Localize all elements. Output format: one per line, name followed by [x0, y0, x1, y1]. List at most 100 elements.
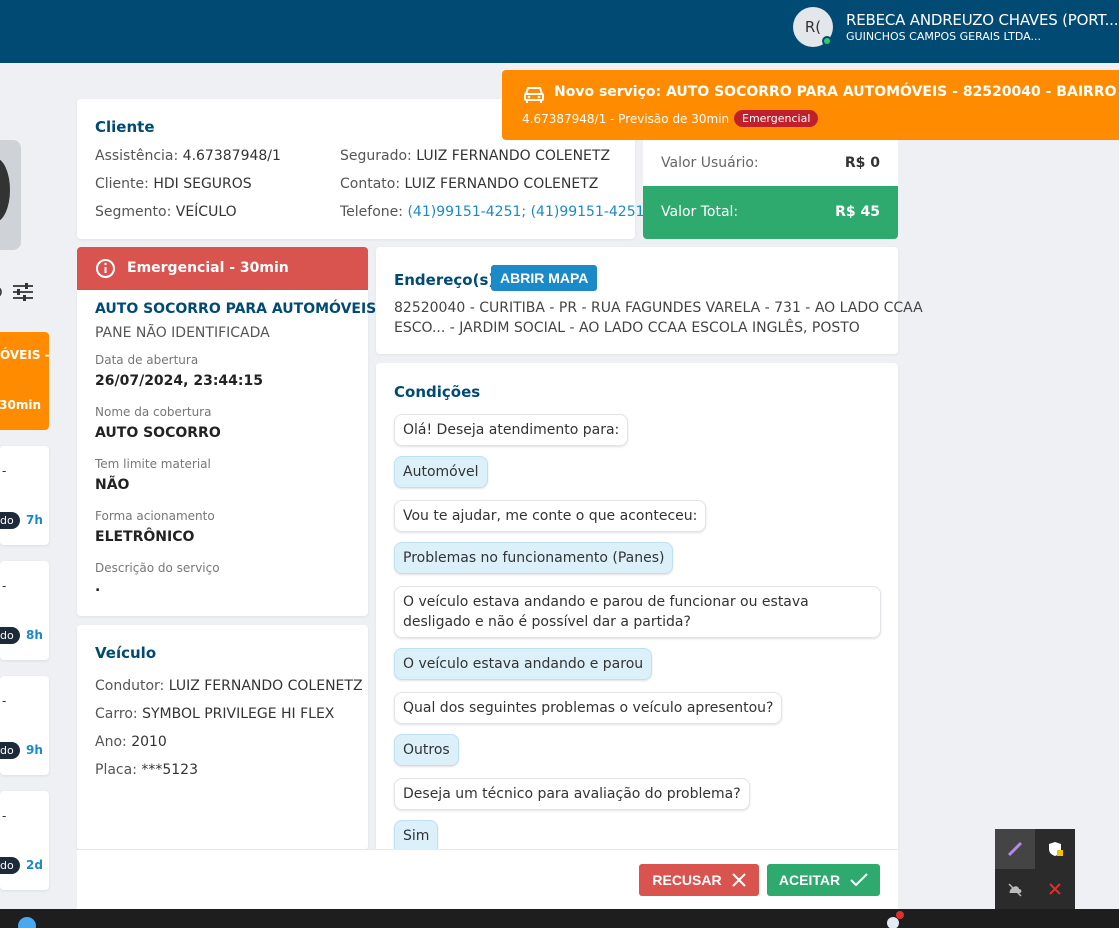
- network-error-icon: [1049, 883, 1061, 895]
- valor-usuario-row: Valor Usuário: R$ 0: [643, 140, 898, 186]
- service-list-item[interactable]: - do 9h: [0, 676, 49, 775]
- address-title: Endereço(s): [394, 271, 496, 289]
- abertura-value: 26/07/2024, 23:44:15: [95, 373, 263, 389]
- cliente-value: HDI SEGUROS: [153, 176, 252, 192]
- carro-row: Carro: SYMBOL PRIVILEGE HI FLEX: [95, 700, 363, 728]
- pen-icon: [1007, 841, 1023, 857]
- map-thumbnail-shape: [0, 158, 10, 222]
- service-name: AUTO SOCORRO PARA AUTOMÓVEIS: [95, 301, 377, 317]
- chat-question: Vou te ajudar, me conte o que aconteceu:: [394, 500, 707, 532]
- vehicle-panel: Veículo Condutor: LUIZ FERNANDO COLENETZ…: [77, 625, 368, 850]
- filter-sliders-icon[interactable]: [12, 282, 34, 302]
- contato-value: LUIZ FERNANDO COLENETZ: [404, 176, 599, 192]
- toast-subtitle: 4.67387948/1 - Previsão de 30min: [522, 112, 730, 126]
- telefone-link[interactable]: (41)99151-4251; (41)99151-4251: [407, 204, 644, 220]
- carro-label: Carro:: [95, 706, 138, 722]
- avatar[interactable]: R(: [793, 7, 833, 47]
- list-item-text: -: [2, 809, 7, 823]
- info-icon: [96, 259, 115, 278]
- client-title: Cliente: [95, 118, 155, 136]
- new-service-toast[interactable]: Novo serviço: AUTO SOCORRO PARA AUTOMÓVE…: [502, 70, 1119, 140]
- service-details-panel: AUTO SOCORRO PARA AUTOMÓVEIS PANE NÃO ID…: [77, 290, 376, 616]
- chat-answer: O veículo estava andando e parou: [394, 648, 653, 680]
- list-item-text: -: [2, 694, 7, 708]
- service-list-item[interactable]: - do 8h: [0, 561, 49, 660]
- service-list-item[interactable]: - do 7h: [0, 446, 49, 545]
- refuse-button[interactable]: RECUSAR: [639, 864, 759, 896]
- segmento-label: Segmento:: [95, 204, 172, 220]
- placa-label: Placa:: [95, 762, 137, 778]
- forma-value: ELETRÔNICO: [95, 529, 195, 545]
- user-menu[interactable]: R( REBECA ANDREUZO CHAVES (PORT... GUINC…: [793, 7, 1118, 47]
- cloud-tray-button[interactable]: [995, 869, 1035, 909]
- cobertura-label: Nome da cobertura: [95, 405, 212, 419]
- limite-label: Tem limite material: [95, 457, 211, 471]
- contato-label: Contato:: [340, 176, 401, 192]
- car-icon: [524, 87, 544, 103]
- network-tray-button[interactable]: [1035, 869, 1075, 909]
- address-panel: Endereço(s) ABRIR MAPA 82520040 - CURITI…: [376, 247, 923, 354]
- toast-title: Novo serviço: AUTO SOCORRO PARA AUTOMÓVE…: [554, 84, 1119, 100]
- online-status-dot: [822, 36, 832, 46]
- conditions-title: Condições: [394, 383, 481, 401]
- cliente-label: Cliente:: [95, 176, 149, 192]
- cliente-row: Cliente: HDI SEGUROS: [95, 170, 281, 198]
- top-bar: R( REBECA ANDREUZO CHAVES (PORT... GUINC…: [0, 0, 1119, 63]
- telefone-row: Telefone: (41)99151-4251; (41)99151-4251: [340, 198, 645, 226]
- condutor-row: Condutor: LUIZ FERNANDO COLENETZ: [95, 672, 363, 700]
- status-chip: do: [0, 742, 20, 759]
- refuse-label: RECUSAR: [652, 872, 722, 888]
- contato-row: Contato: LUIZ FERNANDO COLENETZ: [340, 170, 645, 198]
- valor-total-label: Valor Total:: [661, 204, 739, 220]
- check-icon: [850, 873, 868, 887]
- notification-badge-icon: [896, 911, 904, 919]
- shield-icon: [1049, 842, 1063, 856]
- filter-row: [0, 278, 49, 308]
- forma-label: Forma acionamento: [95, 509, 215, 523]
- condutor-value: LUIZ FERNANDO COLENETZ: [168, 678, 363, 694]
- ano-value: 2010: [131, 734, 167, 750]
- descricao-value: .: [95, 579, 101, 595]
- placa-row: Placa: ***5123: [95, 756, 363, 784]
- chat-answer: Sim: [394, 820, 439, 849]
- service-list-item[interactable]: - do 2d: [0, 791, 49, 890]
- accept-label: ACEITAR: [778, 872, 841, 888]
- segmento-value: VEÍCULO: [175, 204, 237, 220]
- selected-service-card[interactable]: ÓVEIS - 30min: [0, 332, 50, 430]
- emergency-badge: Emergencial: [734, 110, 819, 127]
- chat-answer: Outros: [394, 734, 459, 766]
- weather-icon[interactable]: [887, 917, 899, 928]
- service-problem: PANE NÃO IDENTIFICADA: [95, 325, 270, 341]
- chat-question: Qual dos seguintes problemas o veículo a…: [394, 692, 783, 724]
- list-item-text: -: [2, 579, 7, 593]
- segmento-row: Segmento: VEÍCULO: [95, 198, 281, 226]
- emergency-label: Emergencial - 30min: [127, 260, 289, 276]
- condutor-label: Condutor:: [95, 678, 165, 694]
- toggle-partial-icon[interactable]: [0, 284, 4, 300]
- limite-value: NÃO: [95, 477, 130, 493]
- placa-value: ***5123: [141, 762, 198, 778]
- abertura-label: Data de abertura: [95, 353, 199, 367]
- service-card-title: ÓVEIS -: [0, 348, 50, 362]
- status-chip: do: [0, 627, 20, 644]
- taskbar: [0, 909, 1119, 928]
- service-card-eta: 30min: [0, 398, 41, 412]
- carro-value: SYMBOL PRIVILEGE HI FLEX: [142, 706, 335, 722]
- valor-usuario-value: R$ 0: [844, 155, 880, 171]
- ano-label: Ano:: [95, 734, 127, 750]
- user-company: GUINCHOS CAMPOS GERAIS LTDA...: [846, 29, 1041, 43]
- accept-button[interactable]: ACEITAR: [767, 864, 880, 896]
- open-map-button[interactable]: ABRIR MAPA: [491, 265, 598, 291]
- start-icon[interactable]: [18, 917, 36, 928]
- list-item-text: -: [2, 464, 7, 478]
- emergency-header: Emergencial - 30min: [77, 247, 368, 290]
- close-icon: [731, 873, 746, 887]
- pen-tray-button[interactable]: [995, 829, 1035, 869]
- security-tray-button[interactable]: [1035, 829, 1075, 869]
- assistencia-value: 4.67387948/1: [182, 148, 281, 164]
- vehicle-title: Veículo: [95, 644, 157, 662]
- map-thumbnail[interactable]: [0, 140, 21, 250]
- telefone-label: Telefone:: [340, 204, 403, 220]
- status-chip: do: [0, 512, 20, 529]
- cobertura-value: AUTO SOCORRO: [95, 425, 221, 441]
